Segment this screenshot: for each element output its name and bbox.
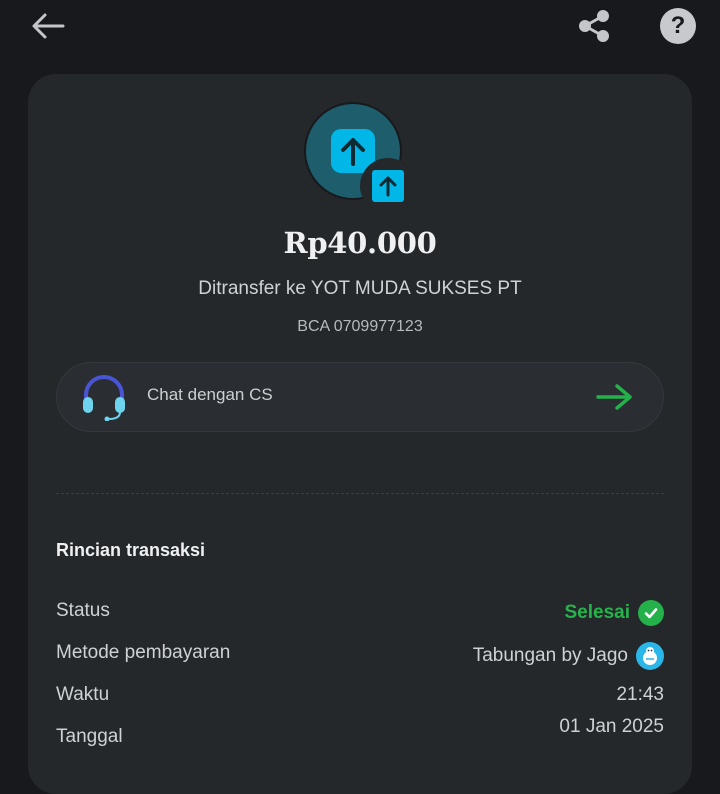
status-label: Status — [56, 600, 110, 621]
back-button[interactable] — [28, 6, 68, 46]
detail-row-date: Tanggal 01 Jan 2025 — [56, 716, 664, 754]
date-value: 01 Jan 2025 — [559, 716, 664, 737]
share-button[interactable] — [574, 6, 614, 46]
payment-method-label: Metode pembayaran — [56, 642, 231, 663]
time-label: Waktu — [56, 684, 110, 705]
detail-row-payment-method: Metode pembayaran Tabungan by Jago — [56, 642, 664, 672]
help-icon: ? — [660, 8, 696, 44]
check-icon — [638, 600, 664, 626]
payment-method-value: Tabungan by Jago — [472, 645, 628, 666]
details-title: Rincian transaksi — [56, 540, 206, 560]
transaction-card: Rp40.000 Ditransfer ke YOT MUDA SUKSES P… — [28, 74, 692, 794]
status-value-wrap: Selesai — [564, 600, 664, 626]
share-icon — [579, 10, 609, 42]
top-bar: ? — [0, 0, 720, 52]
recipient-line: Ditransfer ke YOT MUDA SUKSES PT — [198, 278, 522, 299]
date-label: Tanggal — [56, 726, 123, 747]
detail-row-time: Waktu 21:43 — [56, 684, 664, 714]
jago-logo-icon — [636, 642, 664, 670]
transfer-amount: Rp40.000 — [283, 226, 437, 260]
time-value: 21:43 — [616, 684, 664, 705]
chat-cs-label: Chat dengan CS — [147, 385, 273, 404]
transfer-out-icon — [304, 102, 424, 222]
arrow-right-icon — [595, 381, 635, 413]
help-button[interactable]: ? — [658, 6, 698, 46]
payment-method-value-wrap: Tabungan by Jago — [473, 642, 664, 670]
arrow-left-icon — [32, 13, 65, 39]
status-value: Selesai — [564, 602, 631, 623]
account-number: BCA 0709977123 — [297, 318, 423, 335]
chat-cs-button[interactable]: Chat dengan CS — [56, 362, 664, 432]
headset-icon — [81, 375, 127, 422]
detail-row-status: Status Selesai — [56, 600, 664, 630]
dashed-divider — [56, 493, 664, 494]
